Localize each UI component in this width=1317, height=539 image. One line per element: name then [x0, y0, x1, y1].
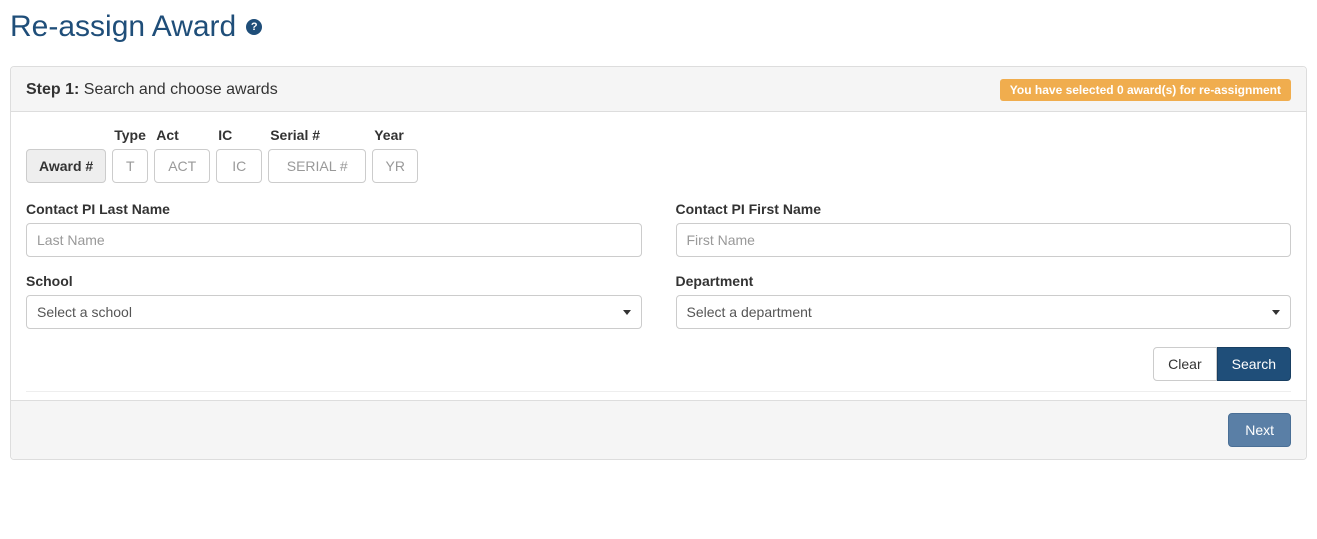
school-selected-text: Select a school — [37, 304, 132, 320]
page-title: Re-assign Award ? — [10, 10, 1307, 44]
pi-last-cell: Contact PI Last Name — [26, 201, 642, 257]
step-label-rest: Search and choose awards — [79, 81, 277, 98]
award-ic-label: IC — [216, 127, 262, 143]
award-serial-field: Serial # — [268, 127, 366, 183]
selection-badge: You have selected 0 award(s) for re-assi… — [1000, 79, 1291, 101]
award-number-label: Award # — [26, 149, 106, 183]
step1-panel: Step 1: Search and choose awards You hav… — [10, 66, 1307, 460]
caret-down-icon — [623, 310, 631, 315]
clear-button[interactable]: Clear — [1153, 347, 1216, 381]
badge-count: 0 — [1117, 83, 1124, 97]
badge-prefix: You have selected — [1010, 83, 1117, 97]
award-year-field: Year — [372, 127, 418, 183]
award-act-field: Act — [154, 127, 210, 183]
school-cell: School Select a school — [26, 273, 642, 329]
caret-down-icon — [1272, 310, 1280, 315]
step-label-bold: Step 1: — [26, 81, 79, 98]
department-cell: Department Select a department — [676, 273, 1292, 329]
award-serial-input[interactable] — [268, 149, 366, 183]
form-grid: Contact PI Last Name Contact PI First Na… — [26, 201, 1291, 329]
divider — [26, 391, 1291, 392]
award-ic-field: IC — [216, 127, 262, 183]
award-type-input[interactable] — [112, 149, 148, 183]
award-type-field: Type — [112, 127, 148, 183]
department-selected-text: Select a department — [687, 304, 812, 320]
page-title-text: Re-assign Award — [10, 10, 236, 44]
award-year-label: Year — [372, 127, 418, 143]
search-button[interactable]: Search — [1217, 347, 1291, 381]
award-act-label: Act — [154, 127, 210, 143]
next-button[interactable]: Next — [1228, 413, 1291, 447]
pi-first-input[interactable] — [676, 223, 1292, 257]
award-number-group: Award # Type Act IC Serial # Year — [26, 127, 1291, 183]
award-act-input[interactable] — [154, 149, 210, 183]
help-icon[interactable]: ? — [246, 19, 262, 35]
search-button-row: Clear Search — [26, 347, 1291, 381]
department-label: Department — [676, 273, 1292, 289]
pi-last-label: Contact PI Last Name — [26, 201, 642, 217]
school-label: School — [26, 273, 642, 289]
badge-suffix: award(s) for re-assignment — [1124, 83, 1281, 97]
award-type-label: Type — [112, 127, 148, 143]
pi-last-input[interactable] — [26, 223, 642, 257]
award-year-input[interactable] — [372, 149, 418, 183]
panel-header: Step 1: Search and choose awards You hav… — [11, 67, 1306, 112]
panel-body: Award # Type Act IC Serial # Year — [11, 112, 1306, 400]
school-select[interactable]: Select a school — [26, 295, 642, 329]
department-select[interactable]: Select a department — [676, 295, 1292, 329]
panel-footer: Next — [11, 400, 1306, 459]
step-title: Step 1: Search and choose awards — [26, 81, 278, 99]
award-ic-input[interactable] — [216, 149, 262, 183]
award-serial-label: Serial # — [268, 127, 366, 143]
pi-first-label: Contact PI First Name — [676, 201, 1292, 217]
pi-first-cell: Contact PI First Name — [676, 201, 1292, 257]
